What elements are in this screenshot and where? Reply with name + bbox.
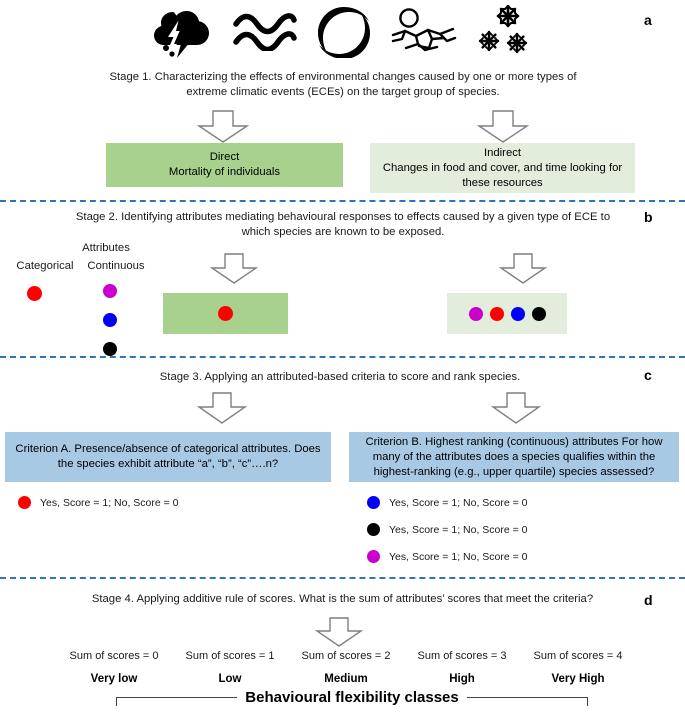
- score-dot-magenta: [367, 550, 380, 563]
- storm-cloud-lightning-icon: [153, 4, 215, 58]
- sum-label: Sum of scores = 4: [533, 650, 623, 662]
- direct-box-body: Mortality of individuals: [168, 166, 281, 178]
- arrow-to-criterion-b: [487, 392, 545, 424]
- snowflakes-icon: [475, 5, 533, 57]
- continuous-dot-magenta: [103, 284, 117, 298]
- categorical-dot-red: [27, 286, 42, 306]
- class-label: Very low: [90, 673, 138, 685]
- arrow-to-criterion-a: [193, 392, 251, 424]
- continuous-label: Continuous: [87, 260, 145, 272]
- score-row: Yes, Score = 1; No, Score = 0: [367, 496, 528, 509]
- arrow-to-direct-attributes: [206, 253, 262, 284]
- sum-label: Sum of scores = 2: [301, 650, 391, 662]
- score-text: Yes, Score = 1; No, Score = 0: [40, 496, 179, 509]
- indirect-box-dot-blue: [510, 306, 525, 321]
- indirect-box-title: Indirect: [483, 146, 522, 159]
- score-text: Yes, Score = 1; No, Score = 0: [389, 496, 528, 509]
- arrow-to-indirect-box: [473, 110, 533, 143]
- indirect-box-dot-red: [489, 306, 504, 321]
- criterion-b-text: Criterion B. Highest ranking (continuous…: [365, 435, 663, 478]
- stage3-caption: Stage 3. Applying an attributed-based cr…: [159, 371, 521, 383]
- score-dot-black: [367, 523, 380, 536]
- criterion-a-box: Criterion A. Presence/absence of categor…: [5, 432, 331, 482]
- panel-label-c: c: [644, 367, 652, 383]
- panel-label-b: b: [644, 209, 653, 225]
- class-label: Very High: [551, 673, 605, 685]
- attributes-title: Attributes: [82, 242, 130, 254]
- direct-box-title: Direct: [209, 151, 240, 163]
- score-row: Yes, Score = 1; No, Score = 0: [367, 550, 528, 563]
- class-label: Medium: [324, 673, 368, 685]
- arrow-to-indirect-attributes: [495, 253, 551, 284]
- stage2-caption: Stage 2. Identifying attributes mediatin…: [75, 211, 611, 238]
- continuous-dot-column: [103, 284, 117, 356]
- separator-b-c: [0, 356, 685, 358]
- criterion-b-box: Criterion B. Highest ranking (continuous…: [349, 432, 679, 482]
- behavioural-flexibility-classes-title: Behavioural flexibility classes: [245, 689, 459, 706]
- indirect-attribute-box: [447, 293, 567, 334]
- indirect-effects-box: Indirect Changes in food and cover, and …: [370, 143, 635, 193]
- behavioural-flexibility-bracket: Behavioural flexibility classes: [116, 689, 588, 706]
- class-label: Low: [218, 673, 242, 685]
- heat-waves-icon: [232, 11, 297, 51]
- sum-of-scores-row: Sum of scores = 0 Sum of scores = 1 Sum …: [56, 650, 636, 662]
- arrow-to-score-classes: [311, 617, 367, 647]
- continuous-dot-black: [103, 342, 117, 356]
- sum-label: Sum of scores = 0: [69, 650, 159, 662]
- stage4-caption: Stage 4. Applying additive rule of score…: [91, 593, 594, 605]
- ece-icon-row: [0, 4, 685, 58]
- bracket-right: [466, 697, 588, 706]
- panel-label-d: d: [644, 592, 653, 608]
- score-text: Yes, Score = 1; No, Score = 0: [389, 523, 528, 536]
- bracket-left: [116, 697, 238, 706]
- score-dot-red: [18, 496, 31, 509]
- class-label: High: [449, 673, 475, 685]
- direct-attribute-box: [163, 293, 288, 334]
- arrow-to-direct-box: [193, 110, 253, 143]
- score-row: Yes, Score = 1; No, Score = 0: [367, 523, 528, 536]
- score-dot-blue: [367, 496, 380, 509]
- continuous-dot-blue: [103, 313, 117, 327]
- flexibility-class-row: Very low Low Medium High Very High: [56, 673, 636, 685]
- direct-box-dot-red: [218, 306, 233, 321]
- criterion-a-score-list: Yes, Score = 1; No, Score = 0: [18, 496, 179, 509]
- separator-c-d: [0, 577, 685, 579]
- indirect-box-body: Changes in food and cover, and time look…: [382, 161, 623, 189]
- stage1-caption: Stage 1. Characterizing the effects of e…: [109, 71, 577, 98]
- hurricane-icon: [315, 4, 373, 58]
- indirect-box-dot-magenta: [468, 306, 483, 321]
- criterion-a-text: Criterion A. Presence/absence of categor…: [15, 443, 321, 470]
- score-text: Yes, Score = 1; No, Score = 0: [389, 550, 528, 563]
- direct-effects-box: Direct Mortality of individuals: [106, 143, 343, 187]
- separator-a-b: [0, 200, 685, 202]
- score-row: Yes, Score = 1; No, Score = 0: [18, 496, 179, 509]
- sum-label: Sum of scores = 1: [185, 650, 275, 662]
- sum-label: Sum of scores = 3: [417, 650, 507, 662]
- drought-sun-cracked-ground-icon: [391, 8, 457, 54]
- indirect-box-dot-black: [531, 306, 546, 321]
- criterion-b-score-list: Yes, Score = 1; No, Score = 0 Yes, Score…: [367, 496, 528, 563]
